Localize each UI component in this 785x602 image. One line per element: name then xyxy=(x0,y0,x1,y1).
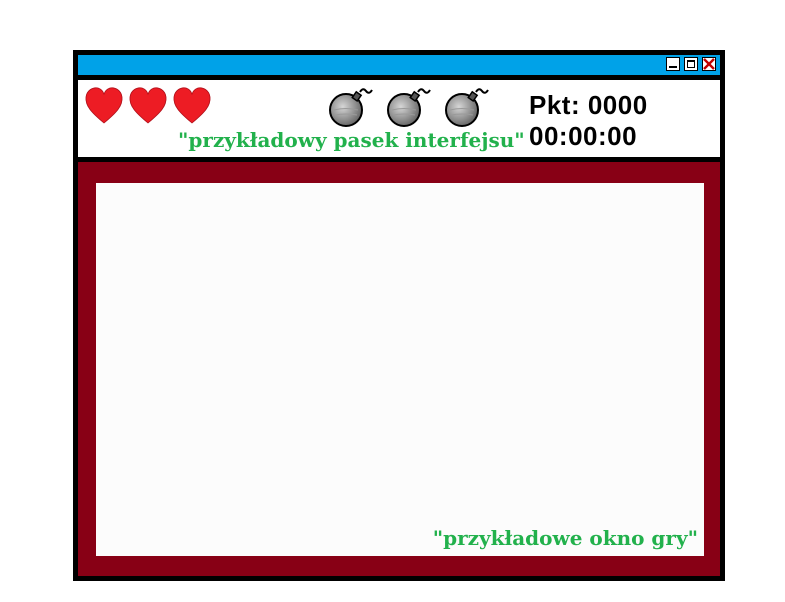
heart-icon xyxy=(85,87,123,124)
bomb-icon xyxy=(445,88,489,127)
interface-bar: "przykładowy pasek interfejsu" Pkt: 0000… xyxy=(78,80,720,157)
interface-bar-caption: "przykładowy pasek interfejsu" xyxy=(178,128,525,152)
maximize-button[interactable] xyxy=(684,57,698,71)
score-display: Pkt: 0000 xyxy=(529,90,648,120)
heart-icon xyxy=(129,87,167,124)
game-area-caption: "przykładowe okno gry" xyxy=(432,526,698,550)
heart-icon xyxy=(173,87,211,124)
minimize-button[interactable] xyxy=(666,57,680,71)
close-button[interactable] xyxy=(702,57,716,71)
timer-display: 00:00:00 xyxy=(529,121,638,151)
close-icon xyxy=(703,58,715,70)
game-area[interactable]: "przykładowe okno gry" xyxy=(96,183,704,556)
bomb-icon xyxy=(329,88,373,127)
bomb-icon xyxy=(387,88,431,127)
game-window: "przykładowy pasek interfejsu" Pkt: 0000… xyxy=(73,50,725,581)
title-bar[interactable] xyxy=(78,55,720,75)
game-frame: "przykładowe okno gry" xyxy=(78,162,720,576)
